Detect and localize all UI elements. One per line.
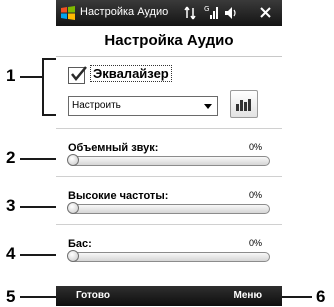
treble-value: 0% [248,190,262,200]
section-divider [56,224,282,225]
windows-logo[interactable] [61,6,75,20]
slider-thumb[interactable] [67,250,79,262]
phone-screen: Настройка Аудио G Настройка Аудио Эквала… [56,0,282,306]
section-divider [56,176,282,177]
surround-sound-label: Объемный звук: [68,142,159,154]
callout-1: 1 [6,66,16,85]
status-bar: Настройка Аудио G [56,0,282,26]
connectivity-icon[interactable] [184,6,196,20]
checkmark-icon [71,66,87,81]
equalizer-preset-dropdown[interactable]: Настроить [68,96,218,116]
menu-softkey[interactable]: Меню [234,290,262,301]
chevron-down-icon [204,104,212,109]
bass-value: 0% [248,238,262,248]
page-title: Настройка Аудио [104,32,234,49]
equalizer-checkbox[interactable] [68,66,87,84]
section-divider [56,128,282,129]
softkey-bar: Готово Меню [56,286,282,306]
callout-1-bracket [42,58,44,116]
callout-4: 4 [6,244,16,263]
surround-sound-value: 0% [248,142,262,152]
callout-1-line [20,76,42,78]
bass-slider[interactable] [67,250,270,262]
status-bar-title: Настройка Аудио [80,6,169,18]
callout-5: 5 [6,287,16,306]
title-divider [56,56,282,57]
equalizer-preset-value: Настроить [72,100,121,111]
treble-slider[interactable] [67,202,270,214]
callout-3: 3 [6,196,16,215]
equalizer-label[interactable]: Эквалайзер [90,65,172,82]
equalizer-settings-button[interactable] [230,90,258,118]
volume-icon[interactable] [224,6,238,20]
callout-2: 2 [6,148,16,167]
equalizer-icon [236,99,251,111]
slider-thumb[interactable] [67,202,79,214]
bass-label: Бас: [68,238,92,250]
treble-label: Высокие частоты: [68,190,169,202]
callout-6: 6 [316,287,326,306]
svg-text:G: G [204,5,209,13]
close-icon[interactable] [260,7,271,18]
signal-icon[interactable]: G [204,5,218,20]
done-softkey[interactable]: Готово [76,290,110,301]
slider-thumb[interactable] [67,154,79,166]
surround-sound-slider[interactable] [67,154,270,166]
